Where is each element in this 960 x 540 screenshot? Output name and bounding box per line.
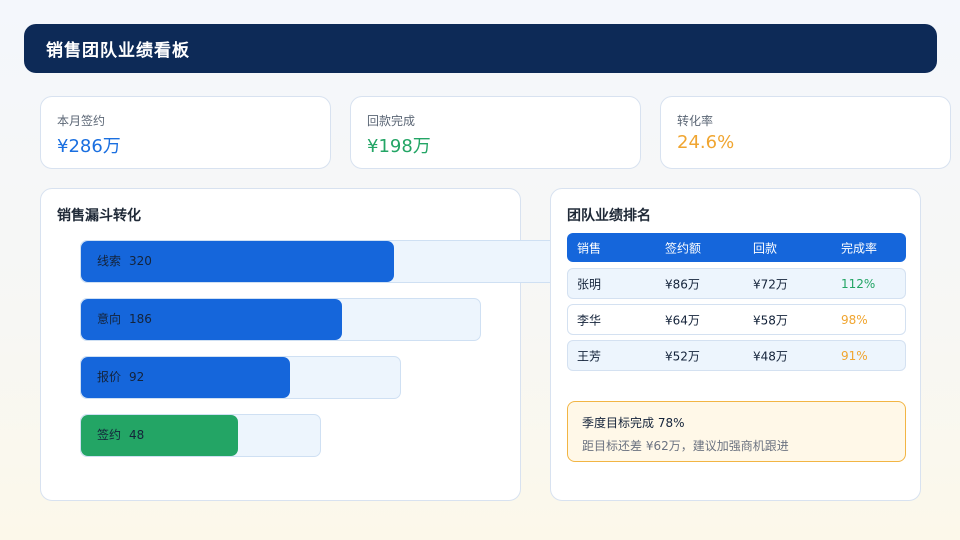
cell-collected: ¥48万 bbox=[753, 349, 788, 363]
funnel-stage-value: 320 bbox=[129, 254, 152, 268]
funnel-stage-value: 186 bbox=[129, 312, 152, 326]
funnel-stage-label: 报价 bbox=[97, 370, 122, 384]
funnel-stage-text: 签约 48 bbox=[97, 426, 144, 443]
column-header-signed: 签约额 bbox=[665, 241, 702, 255]
kpi-value: ¥198万 bbox=[367, 136, 431, 157]
funnel-stage-label: 签约 bbox=[97, 428, 122, 442]
funnel-title: 销售漏斗转化 bbox=[57, 208, 141, 224]
funnel-stage: 意向 186 bbox=[80, 298, 481, 341]
note-detail: 距目标还差 ¥62万，建议加强商机跟进 bbox=[582, 439, 789, 453]
cell-rate: 112% bbox=[841, 276, 876, 291]
kpi-label: 转化率 bbox=[677, 114, 714, 128]
table-row: 张明 ¥86万 ¥72万 112% bbox=[567, 268, 906, 299]
cell-rate: 98% bbox=[841, 312, 868, 327]
column-header-collected: 回款 bbox=[753, 241, 778, 255]
funnel-stage: 签约 48 bbox=[80, 414, 321, 457]
cell-name: 李华 bbox=[577, 313, 602, 327]
kpi-value: 24.6% bbox=[677, 132, 735, 153]
kpi-value: ¥286万 bbox=[57, 136, 121, 157]
note-title: 季度目标完成 78% bbox=[582, 416, 685, 430]
table-header: 销售 签约额 回款 完成率 bbox=[567, 233, 906, 262]
funnel-stage-value: 92 bbox=[129, 370, 145, 384]
kpi-label: 回款完成 bbox=[367, 114, 416, 128]
page-title: 销售团队业绩看板 bbox=[46, 41, 190, 61]
cell-signed: ¥52万 bbox=[665, 349, 700, 363]
dashboard-header: 销售团队业绩看板 bbox=[24, 24, 937, 73]
funnel-stage: 线索 320 bbox=[80, 240, 560, 283]
column-header-rate: 完成率 bbox=[841, 241, 878, 255]
cell-signed: ¥64万 bbox=[665, 313, 700, 327]
funnel-panel: 销售漏斗转化 线索 320 意向 186 报价 92 签约 48 bbox=[40, 188, 560, 501]
ranking-panel: 团队业绩排名 销售 签约额 回款 完成率 张明 ¥86万 ¥72万 112% 李… bbox=[550, 188, 921, 501]
cell-signed: ¥86万 bbox=[665, 277, 700, 291]
funnel-stage-label: 意向 bbox=[97, 312, 122, 326]
quarter-goal-note: 季度目标完成 78% 距目标还差 ¥62万，建议加强商机跟进 bbox=[567, 401, 906, 462]
kpi-card-collected: 回款完成 ¥198万 bbox=[350, 96, 641, 169]
kpi-card-conversion: 转化率 24.6% bbox=[660, 96, 951, 169]
cell-name: 王芳 bbox=[577, 349, 602, 363]
funnel-stage-value: 48 bbox=[129, 428, 145, 442]
funnel-stage-text: 线索 320 bbox=[97, 252, 152, 269]
funnel-stage-text: 意向 186 bbox=[97, 310, 152, 327]
funnel-stage: 报价 92 bbox=[80, 356, 401, 399]
ranking-title: 团队业绩排名 bbox=[567, 208, 651, 224]
funnel-stage-label: 线索 bbox=[97, 254, 122, 268]
kpi-card-signed: 本月签约 ¥286万 bbox=[40, 96, 331, 169]
table-row: 李华 ¥64万 ¥58万 98% bbox=[567, 304, 906, 335]
cell-collected: ¥58万 bbox=[753, 313, 788, 327]
cell-name: 张明 bbox=[577, 277, 602, 291]
cell-collected: ¥72万 bbox=[753, 277, 788, 291]
column-header-name: 销售 bbox=[577, 241, 602, 255]
cell-rate: 91% bbox=[841, 348, 868, 363]
table-row: 王芳 ¥52万 ¥48万 91% bbox=[567, 340, 906, 371]
funnel-stage-text: 报价 92 bbox=[97, 368, 144, 385]
kpi-label: 本月签约 bbox=[57, 114, 106, 128]
